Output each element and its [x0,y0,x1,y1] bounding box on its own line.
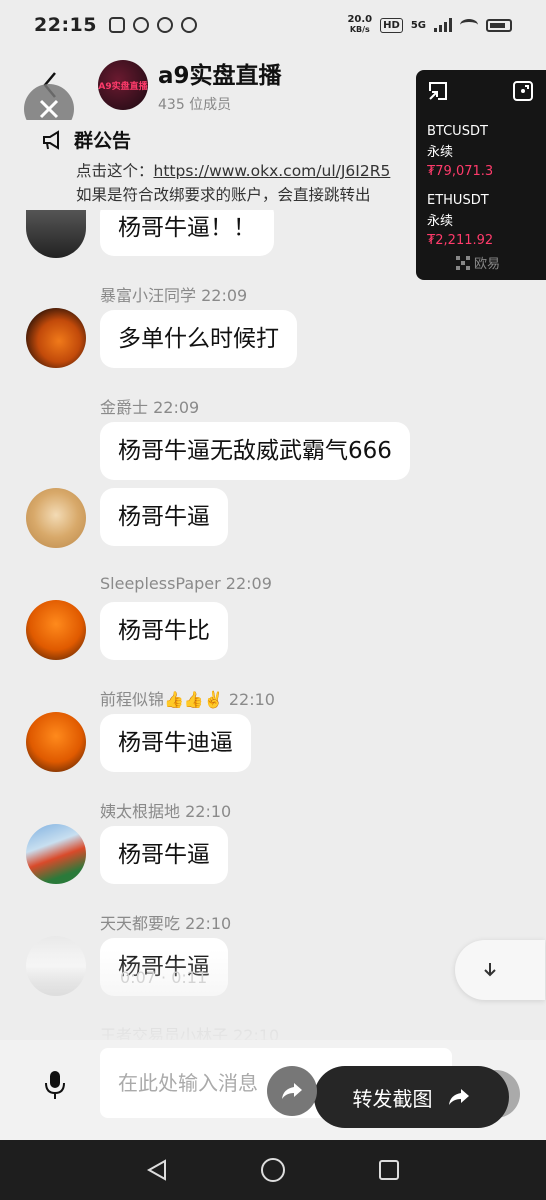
avatar[interactable] [26,488,86,548]
avatar[interactable] [26,824,86,884]
message-bubble[interactable]: 杨哥牛逼无敌威武霸气666 [100,422,410,480]
brand-name: 欧易 [474,257,501,272]
app-notification-icon [132,17,149,33]
message-bubble[interactable]: 杨哥牛逼 [100,938,228,996]
announcement-line-2: 如果是符合改绑要求的账户，会直接跳转出 [76,186,371,204]
expand-icon[interactable] [512,80,534,102]
megaphone-icon [43,129,59,150]
group-title[interactable]: a9实盘直播 [158,56,282,90]
signal-type: 5G [410,19,426,31]
avatar[interactable] [26,600,86,660]
avatar[interactable] [26,210,86,258]
sender-name[interactable]: 姨太根据地 22:10 [100,798,231,822]
exchange-brand: 欧易 [456,253,500,272]
nav-recents-icon[interactable] [377,1158,401,1182]
share-arrow-icon [448,1089,469,1105]
net-speed: 20.0 KB/s [347,15,372,35]
ticker-type: 永续 [427,214,454,229]
okx-logo-icon [456,255,470,270]
hd-badge: HD [380,17,403,33]
shrink-icon[interactable] [427,80,449,102]
sender-name[interactable]: 暴富小汪同学 22:09 [100,282,247,306]
scroll-to-bottom-button[interactable] [455,940,545,1000]
app-notification-icon [156,17,173,33]
message-bubble[interactable]: 杨哥牛比 [100,602,228,660]
voice-duration: 0:07 · 0:11 [120,968,208,987]
ticker-item[interactable]: ETHUSDT 永续 ₮2,211.92 [427,193,546,248]
announcement-link[interactable]: https://www.okx.com/ul/J6I2R5 [154,162,391,180]
battery-icon [486,18,512,32]
price-ticker-widget[interactable]: BTCUSDT 永续 ₮79,071.3 ETHUSDT 永续 ₮2,211.9… [416,70,546,280]
message-bubble[interactable]: 杨哥牛迪逼 [100,714,251,772]
forward-screenshot-button[interactable]: 转发截图 [314,1066,509,1128]
nav-back-icon[interactable] [145,1158,169,1182]
sender-name[interactable]: SleeplessPaper 22:09 [100,574,272,593]
net-speed-value: 20.0 [347,14,373,25]
net-speed-unit: KB/s [349,25,370,34]
arrow-down-icon [484,963,496,977]
ticker-price: ₮79,071.3 [427,164,494,179]
close-icon [39,99,59,119]
sender-name[interactable]: 前程似锦👍👍✌️ 22:10 [100,686,275,710]
ticker-type: 永续 [427,145,454,160]
announcement-title: 群公告 [74,130,132,152]
microphone-icon [45,1071,65,1099]
announcement-line-1: 点击这个：https://www.okx.com/ul/J6I2R5 [76,159,456,181]
avatar[interactable] [26,936,86,996]
message-bubble[interactable]: 杨哥牛逼！！ [100,210,274,256]
sender-name[interactable]: 天天都要吃 22:10 [100,910,231,934]
app-notification-icon [180,17,197,33]
ticker-item[interactable]: BTCUSDT 永续 ₮79,071.3 [427,124,546,179]
wifi-icon [460,19,478,31]
message-bubble[interactable]: 杨哥牛逼 [100,826,228,884]
app-notification-icon [108,17,125,33]
status-time: 22:15 [34,14,97,36]
ticker-symbol: ETHUSDT [427,193,489,208]
ticker-price: ₮2,211.92 [427,233,494,248]
message-list[interactable]: 杨哥牛逼！！ 暴富小汪同学 22:09 多单什么时候打 金爵士 22:09 杨哥… [0,210,546,1040]
avatar[interactable] [26,308,86,368]
group-avatar-text: A9实盘直播 [98,81,148,92]
voice-button[interactable] [30,1060,80,1110]
message-bubble[interactable]: 多单什么时候打 [100,310,297,368]
signal-icon [434,18,452,32]
sender-name[interactable]: 金爵士 22:09 [100,394,199,418]
notification-icons [108,17,197,33]
share-arrow-icon [282,1083,302,1099]
avatar[interactable] [26,712,86,772]
status-bar: 22:15 20.0 KB/s HD 5G [0,0,546,50]
announcement-prefix: 点击这个： [76,162,154,180]
forward-label: 转发截图 [352,1086,433,1111]
system-nav-bar [0,1140,546,1200]
nav-home-icon[interactable] [260,1157,286,1183]
sender-name[interactable]: 王者交易员小林子 22:10 [100,1022,279,1040]
message-bubble[interactable]: 杨哥牛逼 [100,488,228,546]
ticker-symbol: BTCUSDT [427,124,488,139]
member-count: 435 位成员 [158,97,232,113]
group-avatar[interactable]: A9实盘直播 [98,60,148,110]
share-button[interactable] [267,1066,317,1116]
